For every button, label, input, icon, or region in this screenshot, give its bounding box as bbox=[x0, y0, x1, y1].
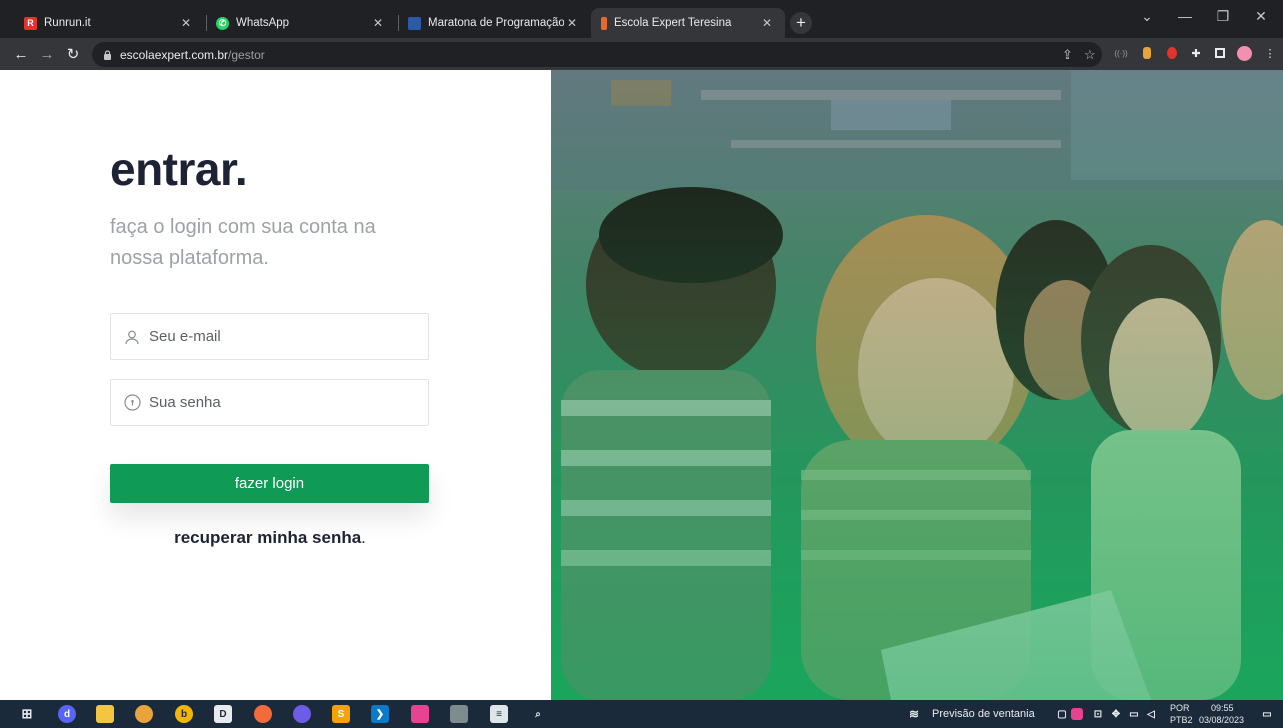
tray-icon[interactable]: ⊡ bbox=[1089, 705, 1107, 723]
language-indicator[interactable]: POR bbox=[1170, 703, 1190, 713]
tab-runrun[interactable]: R Runrun.it ✕ bbox=[14, 8, 204, 38]
url-domain: escolaexpert.com.br bbox=[120, 47, 229, 62]
new-tab-button[interactable]: + bbox=[790, 12, 812, 34]
wind-weather-icon[interactable]: ≋ bbox=[905, 705, 923, 723]
hero-image bbox=[551, 70, 1283, 700]
extension-icon[interactable]: ((·)) bbox=[1113, 45, 1129, 61]
app-icon[interactable]: D bbox=[214, 705, 232, 723]
notepad-icon[interactable]: ≡ bbox=[490, 705, 508, 723]
escola-expert-icon bbox=[601, 16, 607, 30]
recover-password-period: . bbox=[361, 528, 366, 547]
app-icon[interactable] bbox=[450, 705, 468, 723]
postman-icon[interactable] bbox=[254, 705, 272, 723]
url-path: /gestor bbox=[228, 47, 265, 62]
chrome-icon[interactable] bbox=[135, 705, 153, 723]
tab-title: Escola Expert Teresina bbox=[614, 17, 732, 29]
extension-icon[interactable] bbox=[1139, 45, 1155, 61]
clock-date[interactable]: 03/08/2023 bbox=[1199, 715, 1244, 725]
page-title: entrar. bbox=[110, 143, 248, 195]
tab-escola-expert[interactable]: Escola Expert Teresina ✕ bbox=[591, 8, 785, 38]
recover-password: recuperar minha senha. bbox=[0, 528, 540, 548]
app-icon[interactable] bbox=[411, 705, 429, 723]
side-panel-icon[interactable] bbox=[1212, 45, 1228, 61]
reload-icon[interactable]: ↻ bbox=[62, 43, 84, 65]
back-icon[interactable]: ← bbox=[10, 43, 32, 65]
address-bar[interactable]: escolaexpert.com.br/gestor bbox=[92, 42, 1102, 67]
tab-title: Maratona de Programação SBC bbox=[428, 17, 564, 29]
menu-kebab-icon[interactable]: ⋮ bbox=[1262, 45, 1278, 61]
windows-taskbar: ⊞ d b D S ❯ ≡ ⌕ ≋ Previsão de ventania ▢… bbox=[0, 700, 1283, 728]
share-icon[interactable]: ⇪ bbox=[1062, 47, 1073, 63]
app-icon[interactable]: b bbox=[175, 705, 193, 723]
tray-icon[interactable] bbox=[1071, 708, 1083, 720]
tray-icon[interactable]: ▢ bbox=[1053, 705, 1071, 723]
volume-icon[interactable]: ◁ bbox=[1142, 705, 1160, 723]
shield-icon bbox=[123, 394, 141, 412]
discord-icon[interactable]: d bbox=[58, 705, 76, 723]
keyboard-layout[interactable]: PTB2 bbox=[1170, 715, 1193, 725]
email-input[interactable] bbox=[149, 328, 409, 345]
forward-icon[interactable]: → bbox=[36, 43, 58, 65]
classroom-photo bbox=[551, 70, 1283, 700]
maratona-icon bbox=[408, 16, 421, 30]
runrun-icon: R bbox=[24, 16, 37, 30]
web-page: entrar. faça o login com sua conta na no… bbox=[0, 70, 1283, 700]
app-icon[interactable] bbox=[293, 705, 311, 723]
app-icon[interactable]: ⌕ bbox=[529, 705, 547, 723]
email-field[interactable] bbox=[110, 313, 429, 360]
minimize-icon[interactable]: — bbox=[1166, 0, 1204, 32]
tab-search-icon[interactable]: ⌄ bbox=[1128, 0, 1166, 32]
tab-whatsapp[interactable]: ✆ WhatsApp ✕ bbox=[206, 8, 396, 38]
tab-title: Runrun.it bbox=[44, 17, 91, 29]
close-tab-icon[interactable]: ✕ bbox=[178, 16, 194, 30]
vscode-icon[interactable]: ❯ bbox=[371, 705, 389, 723]
password-input[interactable] bbox=[149, 394, 409, 411]
tab-title: WhatsApp bbox=[236, 17, 290, 29]
lock-icon[interactable] bbox=[102, 49, 112, 60]
bookmark-star-icon[interactable]: ☆ bbox=[1084, 47, 1096, 63]
user-icon bbox=[123, 328, 141, 346]
close-tab-icon[interactable]: ✕ bbox=[564, 16, 580, 30]
close-window-icon[interactable]: ✕ bbox=[1242, 0, 1280, 32]
clock-time[interactable]: 09:55 bbox=[1211, 703, 1234, 713]
network-icon[interactable]: ▭ bbox=[1125, 705, 1143, 723]
extension-icon[interactable] bbox=[1164, 45, 1180, 61]
login-button[interactable]: fazer login bbox=[110, 464, 429, 503]
tab-maratona[interactable]: Maratona de Programação SBC ✕ bbox=[398, 8, 590, 38]
notification-icon[interactable]: ▭ bbox=[1258, 705, 1276, 723]
whatsapp-icon: ✆ bbox=[216, 16, 229, 30]
file-explorer-icon[interactable] bbox=[96, 705, 114, 723]
close-tab-icon[interactable]: ✕ bbox=[370, 16, 386, 30]
login-subtitle: faça o login com sua conta na nossa plat… bbox=[110, 216, 376, 269]
browser-tab-strip: R Runrun.it ✕ ✆ WhatsApp ✕ Maratona de P… bbox=[0, 0, 1283, 38]
close-tab-icon[interactable]: ✕ bbox=[759, 16, 775, 30]
windows-start-icon[interactable]: ⊞ bbox=[18, 705, 36, 723]
puzzle-extensions-icon[interactable]: ✚ bbox=[1188, 45, 1204, 61]
weather-text[interactable]: Previsão de ventania bbox=[932, 708, 1035, 720]
profile-avatar-icon[interactable] bbox=[1236, 45, 1252, 61]
login-panel: entrar. faça o login com sua conta na no… bbox=[0, 70, 551, 700]
recover-password-link[interactable]: recuperar minha senha bbox=[174, 528, 361, 547]
password-field[interactable] bbox=[110, 379, 429, 426]
restore-icon[interactable]: ❐ bbox=[1204, 0, 1242, 32]
sublime-icon[interactable]: S bbox=[332, 705, 350, 723]
tray-icon[interactable]: ✥ bbox=[1107, 705, 1125, 723]
